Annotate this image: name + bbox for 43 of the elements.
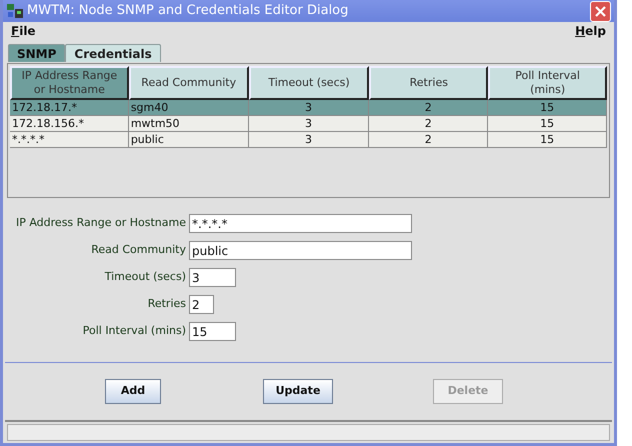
input-field[interactable]: *.*.*.* <box>189 214 412 233</box>
network-icon <box>6 3 24 19</box>
table-cell: mwtm50 <box>128 116 249 131</box>
column-header[interactable]: Timeout (secs) <box>248 66 370 100</box>
table-cell: sgm40 <box>128 100 249 115</box>
table-cell: 2 <box>369 116 488 131</box>
input-field[interactable]: 15 <box>189 322 236 341</box>
table-cell: 3 <box>248 100 370 115</box>
column-header[interactable]: Read Community <box>128 66 249 100</box>
menu-item[interactable]: File <box>11 22 36 40</box>
table-cell: *.*.*.* <box>10 132 129 147</box>
close-button[interactable] <box>590 0 611 22</box>
table-cell: 172.18.17.* <box>10 100 129 115</box>
field-label: Retries <box>146 296 186 312</box>
table-cell: 2 <box>369 132 488 147</box>
column-header[interactable]: Retries <box>369 66 488 100</box>
column-header[interactable]: Poll Interval (mins) <box>488 66 608 100</box>
input-field[interactable]: 3 <box>189 268 236 287</box>
close-icon <box>595 6 606 16</box>
tab[interactable]: Credentials <box>65 44 161 62</box>
field-label: Poll Interval (mins) <box>82 323 186 340</box>
table-cell: 172.18.156.* <box>10 116 129 131</box>
table-row[interactable]: 172.18.17.* sgm40 3 2 15 <box>10 100 607 116</box>
tab[interactable]: SNMP <box>8 44 66 62</box>
table-row[interactable]: *.*.*.* public 3 2 15 <box>10 132 607 148</box>
input-field[interactable]: 2 <box>189 295 214 314</box>
action-button[interactable]: Add <box>105 379 161 404</box>
field-label: IP Address Range or Hostname <box>14 215 186 232</box>
table-cell: 3 <box>248 132 370 147</box>
field-label: Timeout (secs) <box>104 269 186 286</box>
table-cell: 3 <box>248 116 370 131</box>
field-label: Read Community <box>90 242 186 258</box>
column-header[interactable]: IP Address Range or Hostname <box>10 66 129 100</box>
table-cell: 15 <box>488 116 608 131</box>
table-cell: 15 <box>488 132 608 147</box>
table-cell: 15 <box>488 100 608 115</box>
action-button[interactable]: Update <box>263 379 333 404</box>
menu-item[interactable]: Help <box>575 22 606 40</box>
window-title: MWTM: Node SNMP and Credentials Editor Dialog <box>27 2 350 20</box>
table-row[interactable]: 172.18.156.* mwtm50 3 2 15 <box>10 116 607 132</box>
table-cell: 2 <box>369 100 488 115</box>
table-cell: public <box>128 132 249 147</box>
input-field[interactable]: public <box>189 241 412 260</box>
